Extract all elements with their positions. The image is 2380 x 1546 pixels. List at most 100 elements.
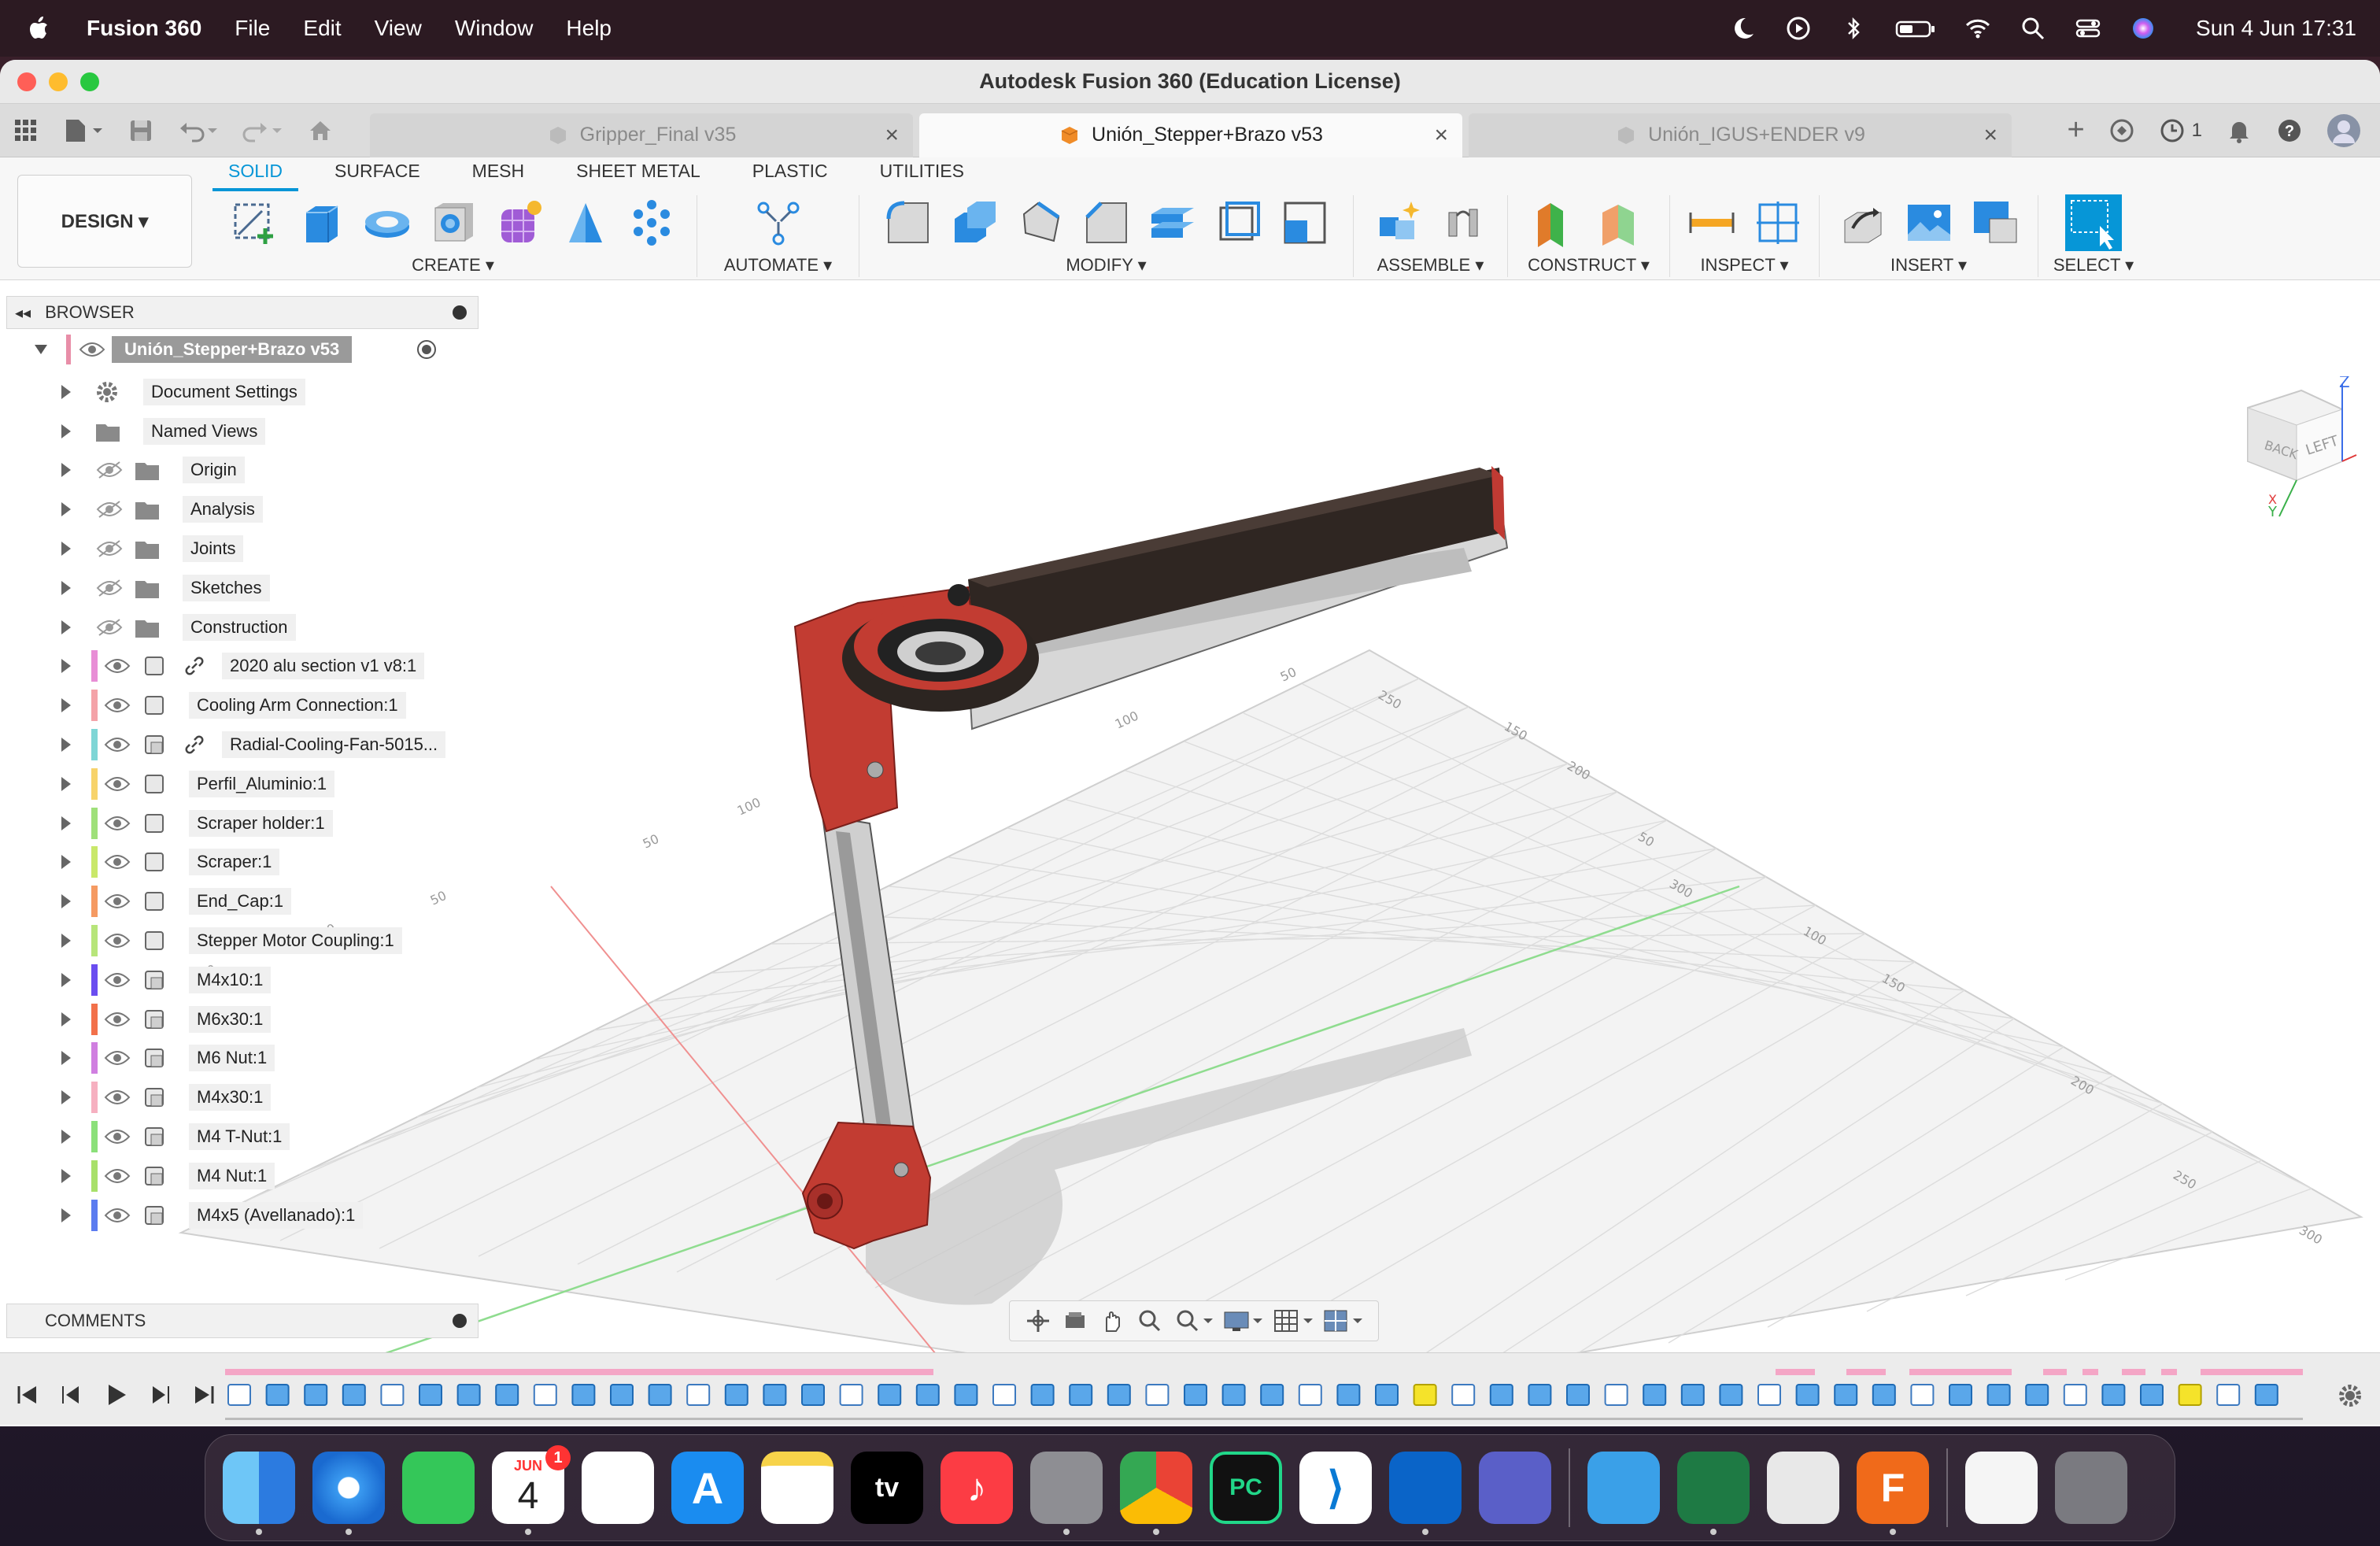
workspace-switcher[interactable]: DESIGN ▾: [17, 175, 192, 268]
look-at-icon[interactable]: [1061, 1307, 1089, 1334]
notes-app-icon[interactable]: [761, 1452, 833, 1524]
loft-icon[interactable]: [560, 197, 612, 249]
viewports-icon[interactable]: [1323, 1307, 1364, 1334]
plane-angle-icon[interactable]: [1596, 197, 1648, 249]
browser-tree-item[interactable]: Document Settings: [0, 375, 488, 409]
browser-tree-item[interactable]: M4 T-Nut:1: [0, 1119, 488, 1154]
tab-solid[interactable]: SOLID: [213, 161, 299, 191]
undo-icon[interactable]: [178, 117, 219, 144]
timeline-back-icon[interactable]: [58, 1381, 85, 1408]
menu-view[interactable]: View: [375, 16, 422, 41]
pattern-icon[interactable]: [626, 197, 678, 249]
display-settings-icon[interactable]: [1223, 1307, 1264, 1334]
zoom-window-button[interactable]: [80, 72, 99, 91]
expand-arrow-icon[interactable]: [61, 463, 71, 478]
tab-union-stepper-brazo[interactable]: Unión_Stepper+Brazo v53 ×: [919, 113, 1462, 157]
press-pull-icon[interactable]: [948, 197, 1000, 249]
browser-tree-item[interactable]: Analysis: [0, 492, 488, 527]
expand-arrow-icon[interactable]: [61, 934, 71, 948]
visibility-eye-icon[interactable]: [104, 696, 131, 715]
preview-app-icon[interactable]: [1767, 1452, 1839, 1524]
timeline-play-icon[interactable]: [102, 1381, 129, 1408]
new-component-icon[interactable]: [1372, 197, 1424, 249]
hidden-eye-icon[interactable]: [96, 460, 123, 479]
vscode-app-icon[interactable]: ⟩: [1299, 1452, 1372, 1524]
browser-tree-item[interactable]: Sketches: [0, 571, 488, 605]
insert-image-icon[interactable]: [1903, 197, 1955, 249]
browser-tree-item[interactable]: Origin: [0, 453, 488, 487]
menubar-clock[interactable]: Sun 4 Jun 17:31: [2196, 16, 2356, 41]
expand-arrow-icon[interactable]: [61, 1012, 71, 1026]
teams-app-icon[interactable]: [1479, 1452, 1551, 1524]
shell-icon[interactable]: [1014, 197, 1066, 249]
minimize-window-button[interactable]: [49, 72, 68, 91]
extensions-icon[interactable]: [2108, 117, 2135, 144]
close-tab-icon[interactable]: ×: [1434, 122, 1448, 149]
new-tab-icon[interactable]: +: [2067, 113, 2084, 147]
expand-arrow-icon[interactable]: [61, 580, 71, 595]
collapse-root-icon[interactable]: [35, 345, 47, 354]
excel-app-icon[interactable]: [1677, 1452, 1750, 1535]
expand-arrow-icon[interactable]: [61, 1051, 71, 1066]
fit-zoom-icon[interactable]: [1173, 1307, 1214, 1334]
expand-arrow-icon[interactable]: [61, 1130, 71, 1144]
zoom-icon[interactable]: [1136, 1307, 1164, 1334]
control-center-icon[interactable]: [2075, 15, 2101, 42]
visibility-eye-icon[interactable]: [104, 656, 131, 675]
grid-settings-icon[interactable]: [1273, 1307, 1314, 1334]
close-tab-icon[interactable]: ×: [885, 122, 899, 149]
browser-root-row[interactable]: Unión_Stepper+Brazo v53: [0, 332, 488, 367]
joint-icon[interactable]: [1438, 197, 1490, 249]
expand-arrow-icon[interactable]: [61, 894, 71, 909]
visibility-eye-icon[interactable]: [104, 1010, 131, 1029]
decal-icon[interactable]: [1969, 197, 2021, 249]
revolve-icon[interactable]: [361, 197, 413, 249]
browser-tree-item[interactable]: Named Views: [0, 414, 488, 449]
browser-tree-item[interactable]: Stepper Motor Coupling:1: [0, 923, 488, 958]
split-icon[interactable]: [1213, 197, 1265, 249]
outlook-app-icon[interactable]: [1389, 1452, 1462, 1535]
visibility-eye-icon[interactable]: [104, 735, 131, 754]
browser-tree-item[interactable]: Scraper holder:1: [0, 806, 488, 841]
trash-icon[interactable]: [2055, 1452, 2127, 1524]
browser-tree-item[interactable]: Scraper:1: [0, 845, 488, 879]
group-inspect-label[interactable]: INSPECT ▾: [1700, 255, 1788, 276]
user-avatar[interactable]: [2326, 113, 2361, 148]
add-comment-icon[interactable]: [453, 1314, 467, 1328]
timeline-forward-icon[interactable]: [146, 1381, 173, 1408]
collapse-panel-icon[interactable]: ◂◂: [15, 303, 31, 323]
sketch-icon[interactable]: [229, 197, 281, 249]
calendar-app-icon[interactable]: JUN 4 1: [492, 1445, 571, 1535]
browser-tree-item[interactable]: Radial-Cooling-Fan-5015...: [0, 727, 488, 762]
insert-derive-icon[interactable]: [1837, 197, 1889, 249]
browser-tree-item[interactable]: 2020 alu section v1 v8:1: [0, 649, 488, 683]
save-icon[interactable]: [128, 117, 154, 144]
facetime-app-icon[interactable]: [402, 1452, 475, 1524]
group-create-label[interactable]: CREATE ▾: [412, 255, 494, 276]
system-settings-app-icon[interactable]: [1030, 1452, 1103, 1535]
visibility-eye-icon[interactable]: [104, 1088, 131, 1107]
browser-tree-item[interactable]: Construction: [0, 610, 488, 645]
expand-arrow-icon[interactable]: [61, 1208, 71, 1222]
extrude-icon[interactable]: [295, 197, 347, 249]
timeline-end-icon[interactable]: [190, 1381, 217, 1408]
expand-arrow-icon[interactable]: [61, 423, 71, 438]
visibility-eye-icon[interactable]: [104, 853, 131, 871]
apple-tv-app-icon[interactable]: tv: [851, 1452, 923, 1524]
menu-file[interactable]: File: [235, 16, 270, 41]
activate-component-icon[interactable]: [416, 338, 438, 361]
expand-arrow-icon[interactable]: [61, 659, 71, 674]
group-automate-label[interactable]: AUTOMATE ▾: [724, 255, 832, 276]
expand-arrow-icon[interactable]: [61, 1168, 71, 1183]
expand-arrow-icon[interactable]: [61, 1090, 71, 1105]
timeline-settings-gear-icon[interactable]: [2336, 1381, 2364, 1410]
spotlight-search-icon[interactable]: [2020, 15, 2046, 42]
browser-tree-item[interactable]: M4x5 (Avellanado):1: [0, 1198, 488, 1233]
timeline-track[interactable]: [225, 1367, 2303, 1422]
browser-tree-item[interactable]: M6x30:1: [0, 1002, 488, 1037]
reminders-app-icon[interactable]: [582, 1452, 654, 1524]
visibility-eye-icon[interactable]: [79, 340, 105, 359]
orbit-icon[interactable]: [1024, 1307, 1052, 1334]
expand-arrow-icon[interactable]: [61, 972, 71, 987]
browser-tree-item[interactable]: End_Cap:1: [0, 884, 488, 919]
